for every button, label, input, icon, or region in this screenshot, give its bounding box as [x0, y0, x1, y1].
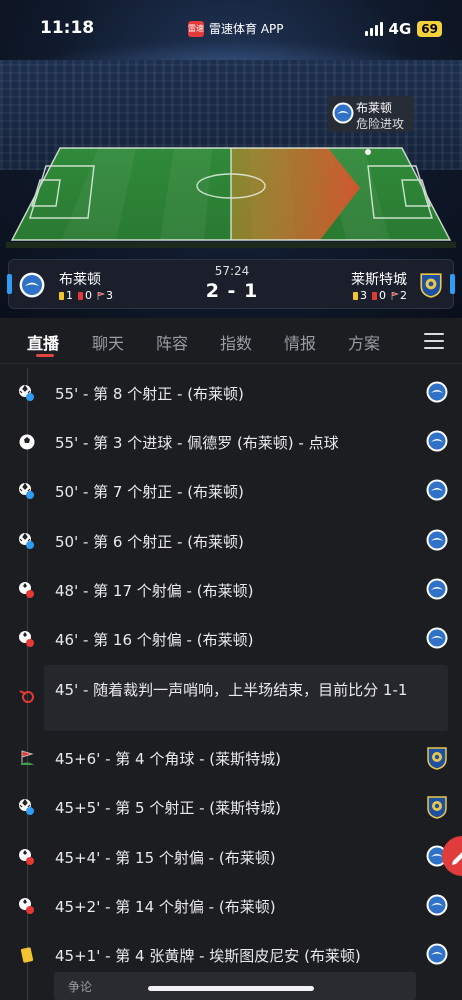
tab-intel[interactable]: 情报 [284, 330, 316, 354]
event-row[interactable]: 45+6' - 第 4 个角球 - (莱斯特城) [0, 733, 462, 782]
away-crest-icon [426, 795, 448, 823]
home-crest-icon [426, 578, 448, 604]
network-label: 4G [388, 20, 412, 38]
event-row[interactable]: 45+4' - 第 15 个射偏 - (布莱顿) [0, 832, 462, 881]
yellow-card-icon [18, 946, 36, 964]
home-crest-icon [426, 381, 448, 407]
event-row[interactable]: 45+5' - 第 5 个射正 - (莱斯特城) [0, 782, 462, 831]
event-text: 50' - 第 7 个射正 - (布莱顿) [55, 483, 244, 501]
away-team-name[interactable]: 莱斯特城 [351, 269, 407, 289]
pencil-icon [452, 852, 462, 865]
home-crest-icon [426, 627, 448, 653]
app-indicator[interactable]: 雷速 雷速体育 APP [188, 20, 284, 37]
danger-text: 危险进攻 [356, 117, 405, 131]
event-text: 45+5' - 第 5 个射正 - (莱斯特城) [55, 799, 282, 817]
event-row[interactable]: 50' - 第 7 个射正 - (布莱顿) [0, 466, 462, 515]
event-row[interactable]: 45+2' - 第 14 个射偏 - (布莱顿) [0, 881, 462, 930]
pitch-svg [6, 147, 456, 248]
home-crest-icon [426, 479, 448, 505]
event-text: 55' - 第 8 个射正 - (布莱顿) [55, 385, 244, 403]
tab-live[interactable]: 直播 [27, 330, 59, 354]
away-yellow-count: 3 [360, 289, 367, 302]
event-row[interactable]: 55' - 第 3 个进球 - 佩德罗 (布莱顿) - 点球 [0, 417, 462, 466]
event-text: 45+2' - 第 14 个射偏 - (布莱顿) [55, 898, 276, 916]
shot-on-target-icon [18, 532, 36, 550]
event-text: 45+6' - 第 4 个角球 - (莱斯特城) [55, 750, 282, 768]
home-indicator [148, 986, 314, 991]
event-text: 48' - 第 17 个射偏 - (布莱顿) [55, 582, 254, 600]
event-text: 55' - 第 3 个进球 - 佩德罗 (布莱顿) - 点球 [55, 434, 339, 452]
event-row[interactable]: 55' - 第 8 个射正 - (布莱顿) [0, 368, 462, 417]
comment-placeholder: 争论 [68, 980, 93, 994]
shot-off-target-icon [18, 581, 36, 599]
event-text: 45+1' - 第 4 张黄牌 - 埃斯图皮尼安 (布莱顿) [55, 947, 361, 965]
danger-team: 布莱顿 [356, 101, 393, 115]
tab-lineup[interactable]: 阵容 [156, 330, 188, 354]
yellow-card-icon [353, 292, 358, 300]
tab-bar: 直播 聊天 阵容 指数 情报 方案 [0, 318, 462, 364]
away-crest-icon [426, 746, 448, 774]
home-crest-icon [426, 894, 448, 920]
event-row[interactable]: 46' - 第 16 个射偏 - (布莱顿) [0, 614, 462, 663]
whistle-icon [18, 687, 36, 705]
home-crest-icon [426, 943, 448, 969]
scoreboard: 布莱顿 1 0 3 57:24 2 - 1 莱斯特城 3 0 2 [7, 259, 455, 309]
shot-off-target-icon [18, 848, 36, 866]
app-logo-icon: 雷速 [188, 20, 204, 37]
menu-icon[interactable] [424, 333, 444, 349]
corner-flag-icon [18, 749, 36, 767]
away-crest-icon[interactable] [419, 272, 443, 298]
event-row[interactable]: 45' - 随着裁判一声哨响，上半场结束，目前比分 1-1 [0, 665, 462, 731]
event-text: 45+4' - 第 15 个射偏 - (布莱顿) [55, 849, 276, 867]
shot-on-target-icon [18, 482, 36, 500]
battery-icon: 69 [417, 21, 442, 37]
tab-chat[interactable]: 聊天 [92, 330, 124, 354]
pitch-animation [0, 140, 462, 250]
home-crest-icon [426, 529, 448, 555]
red-card-icon [372, 292, 377, 300]
brighton-crest-icon [332, 102, 354, 124]
status-bar: 11:18 雷速 雷速体育 APP 4G 69 [0, 0, 462, 58]
app-label: 雷速体育 APP [209, 22, 284, 36]
shot-on-target-icon [18, 798, 36, 816]
goal-ball-icon [18, 433, 36, 451]
event-row[interactable]: 48' - 第 17 个射偏 - (布莱顿) [0, 565, 462, 614]
away-stats: 3 0 2 [353, 289, 407, 302]
status-right: 4G 69 [364, 20, 442, 38]
event-row[interactable]: 50' - 第 6 个射正 - (布莱顿) [0, 516, 462, 565]
event-text: 50' - 第 6 个射正 - (布莱顿) [55, 533, 244, 551]
home-crest-icon [426, 430, 448, 456]
away-corner-count: 2 [400, 289, 407, 302]
corner-flag-icon [391, 292, 399, 300]
danger-attack-popup: 布莱顿 危险进攻 [328, 96, 414, 132]
status-time: 11:18 [40, 18, 95, 38]
shot-off-target-icon [18, 630, 36, 648]
active-tab-indicator [36, 354, 54, 357]
tab-plans[interactable]: 方案 [348, 330, 380, 354]
tab-odds[interactable]: 指数 [220, 330, 252, 354]
stadium-header: 11:18 雷速 雷速体育 APP 4G 69 布莱顿 危险进攻 布莱顿 1 0… [0, 0, 462, 318]
event-text: 45' - 随着裁判一声哨响，上半场结束，目前比分 1-1 [55, 681, 408, 699]
shot-on-target-icon [18, 384, 36, 402]
event-text: 46' - 第 16 个射偏 - (布莱顿) [55, 631, 254, 649]
away-red-count: 0 [379, 289, 386, 302]
shot-off-target-icon [18, 897, 36, 915]
signal-icon [364, 22, 383, 36]
